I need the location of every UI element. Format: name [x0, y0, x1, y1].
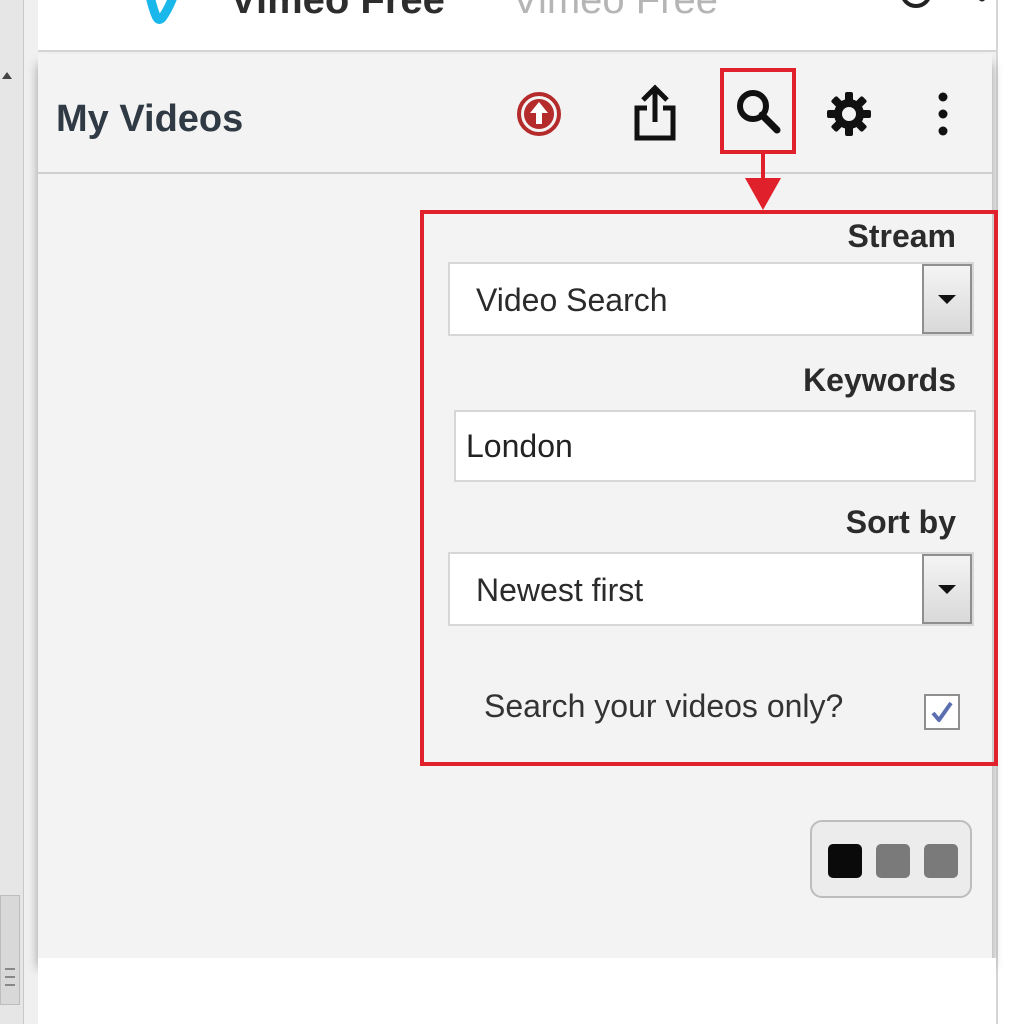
search-form: Stream Video Search Keywords Sort by New… [420, 210, 998, 766]
view-mode-toggle[interactable] [810, 820, 972, 898]
vimeo-logo-icon [146, 0, 177, 24]
view-dot-3 [924, 844, 958, 878]
upload-button[interactable] [504, 78, 574, 150]
browser-scrollbar[interactable] [0, 0, 24, 1024]
view-dot-2 [876, 844, 910, 878]
stream-label: Stream [847, 218, 957, 254]
own-videos-only-label: Search your videos only? [484, 688, 844, 724]
share-icon [634, 84, 676, 141]
more-menu-button[interactable] [908, 78, 978, 150]
own-videos-only-checkbox[interactable] [924, 694, 960, 730]
chevron-down-icon [938, 294, 956, 304]
right-frame [996, 0, 1024, 1024]
stream-select-value: Video Search [476, 282, 668, 318]
below-panel-area [38, 958, 996, 1024]
chevron-down-icon [938, 584, 956, 594]
keywords-input[interactable] [454, 410, 976, 482]
page-title: My Videos [56, 98, 244, 140]
panel-header: My Videos [38, 54, 992, 174]
stream-dropdown-button[interactable] [922, 264, 972, 334]
window-title-bar: Vimeo Free Vimeo Free [38, 0, 998, 52]
search-icon [737, 90, 781, 134]
checkmark-icon [931, 701, 953, 722]
keywords-label: Keywords [803, 362, 956, 398]
scroll-thumb[interactable] [0, 895, 20, 1005]
app-subtitle: Vimeo Free [512, 0, 719, 22]
my-videos-panel: My Videos Stream Video Search Keywords L… [38, 54, 998, 958]
refresh-icon[interactable] [896, 0, 936, 16]
sort-label: Sort by [845, 504, 956, 540]
stream-select[interactable]: Video Search [448, 262, 974, 336]
view-dot-1 [828, 844, 862, 878]
gear-icon [827, 92, 871, 136]
scroll-up-arrow-icon[interactable] [2, 72, 12, 79]
sort-select-value: Newest first [476, 572, 644, 608]
app-title: Vimeo Free [230, 0, 445, 22]
settings-button[interactable] [814, 78, 884, 150]
sort-select[interactable]: Newest first [448, 552, 974, 626]
more-vertical-icon [938, 92, 948, 136]
upload-circle-icon [517, 92, 561, 136]
more-vertical-icon[interactable] [974, 0, 990, 14]
share-button[interactable] [620, 78, 690, 150]
annotation-arrow-icon [745, 154, 781, 210]
sort-dropdown-button[interactable] [922, 554, 972, 624]
search-button[interactable] [720, 68, 796, 154]
